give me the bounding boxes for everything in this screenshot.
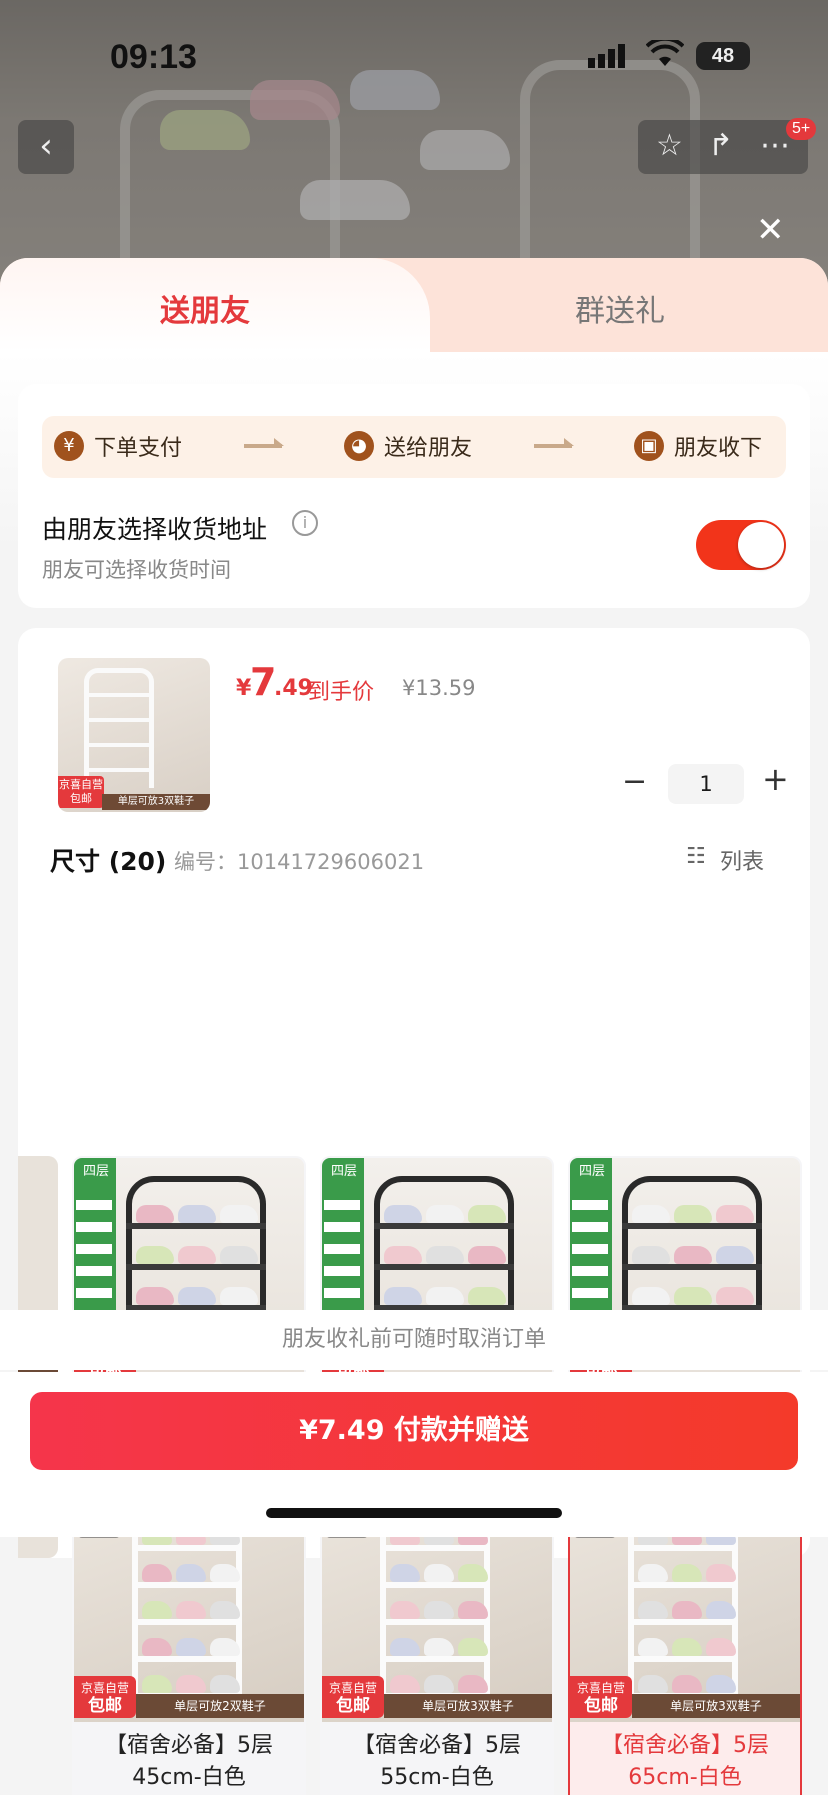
cancel-note: 朋友收礼前可随时取消订单 [0,1310,828,1370]
size-section-title: 尺寸 (20) [50,847,167,876]
close-icon[interactable]: ✕ [756,210,785,250]
gift-icon: ▣ [634,431,664,461]
quantity-minus-button[interactable]: − [622,764,647,799]
gift-steps: ¥ 下单支付 ◕ 送给朋友 ▣ 朋友收下 [42,416,786,478]
jd-self-tag: 京喜自营包邮 [570,1676,632,1718]
option-label: 【宿舍必备】5层 55cm-白色 [353,1733,521,1790]
more-icon[interactable]: ⋯ [760,128,790,163]
address-option-title: 由朋友选择收货地址 [42,515,268,544]
tab-group-gift[interactable]: 群送礼 [575,286,665,330]
share-icon[interactable]: ↱ [708,128,733,163]
top-action-group: ☆ ↱ ⋯ [638,120,808,174]
jd-self-tag: 京喜自营包邮 [322,1676,384,1718]
original-price: ¥13.59 [402,676,476,700]
arrow-icon [534,438,574,448]
battery-indicator: 48 [696,42,750,70]
spec-badge: 四层 [330,1164,357,1179]
pay-area: ¥7.49 付款并赠送 [0,1372,828,1537]
jd-self-tag: 京喜自营包邮 [58,776,104,808]
gift-process-card: ¥ 下单支付 ◕ 送给朋友 ▣ 朋友收下 由朋友选择收货地址 i 朋友可选择收货… [18,384,810,608]
list-icon[interactable]: ☷ [686,844,706,869]
step-label: 朋友收下 [674,436,763,461]
notification-badge: 5+ [786,118,817,140]
home-indicator [266,1508,562,1518]
address-option-subtitle: 朋友可选择收货时间 [42,558,231,582]
yen-icon: ¥ [54,431,84,461]
tab-label: 送朋友 [160,294,250,329]
status-time: 09:13 [110,38,197,76]
list-view-toggle[interactable]: 列表 [720,844,764,876]
spec-column: 四层 [570,1158,612,1318]
option-label: 【宿舍必备】5层 45cm-白色 [105,1733,273,1790]
jd-self-tag: 京喜自营包邮 [74,1676,136,1718]
product-thumbnail[interactable]: 京喜自营 包邮 单层可放3双鞋子 [58,658,210,812]
thumbnail-strip: 单层可放3双鞋子 [102,794,210,810]
arrow-icon [244,438,284,448]
address-toggle[interactable] [696,520,786,570]
option-strip-text: 单层可放2双鞋子 [136,1694,304,1718]
product-code: 编号：10141729606021 [174,850,425,874]
quantity-plus-button[interactable]: + [762,760,789,798]
back-button[interactable]: ‹ [18,120,74,174]
price-integer: 7 [250,660,277,704]
step-label: 下单支付 [94,436,183,461]
step-pay: ¥ 下单支付 [54,430,182,462]
price-label: 到手价 [308,680,375,705]
info-icon[interactable]: i [292,510,318,536]
status-bar: 09:13 48 [0,34,828,84]
signal-icon [588,44,625,68]
spec-column: 四层 [322,1158,364,1318]
option-strip-text: 单层可放3双鞋子 [632,1694,800,1718]
step-receive: ▣ 朋友收下 [634,430,762,462]
spec-column: 四层 [74,1158,116,1318]
gift-sheet: 送朋友 群送礼 ¥ 下单支付 ◕ 送给朋友 ▣ 朋友收下 由朋友选择收货地址 i… [0,258,828,1795]
chevron-left-icon: ‹ [39,126,53,166]
option-label: 【宿舍必备】5层 65cm-白色 [601,1733,769,1790]
spec-badge: 四层 [82,1164,109,1179]
step-label: 送给朋友 [384,436,473,461]
tab-bar: 送朋友 群送礼 [0,258,828,352]
star-icon[interactable]: ☆ [656,128,683,163]
pay-and-gift-button[interactable]: ¥7.49 付款并赠送 [30,1392,798,1470]
option-strip-text: 单层可放3双鞋子 [384,1694,552,1718]
wifi-icon [646,40,684,66]
quantity-input[interactable]: 1 [668,764,744,804]
wechat-icon: ◕ [344,431,374,461]
spec-badge: 四层 [578,1164,605,1179]
step-send: ◕ 送给朋友 [344,430,472,462]
tab-send-friend[interactable]: 送朋友 [0,258,430,352]
